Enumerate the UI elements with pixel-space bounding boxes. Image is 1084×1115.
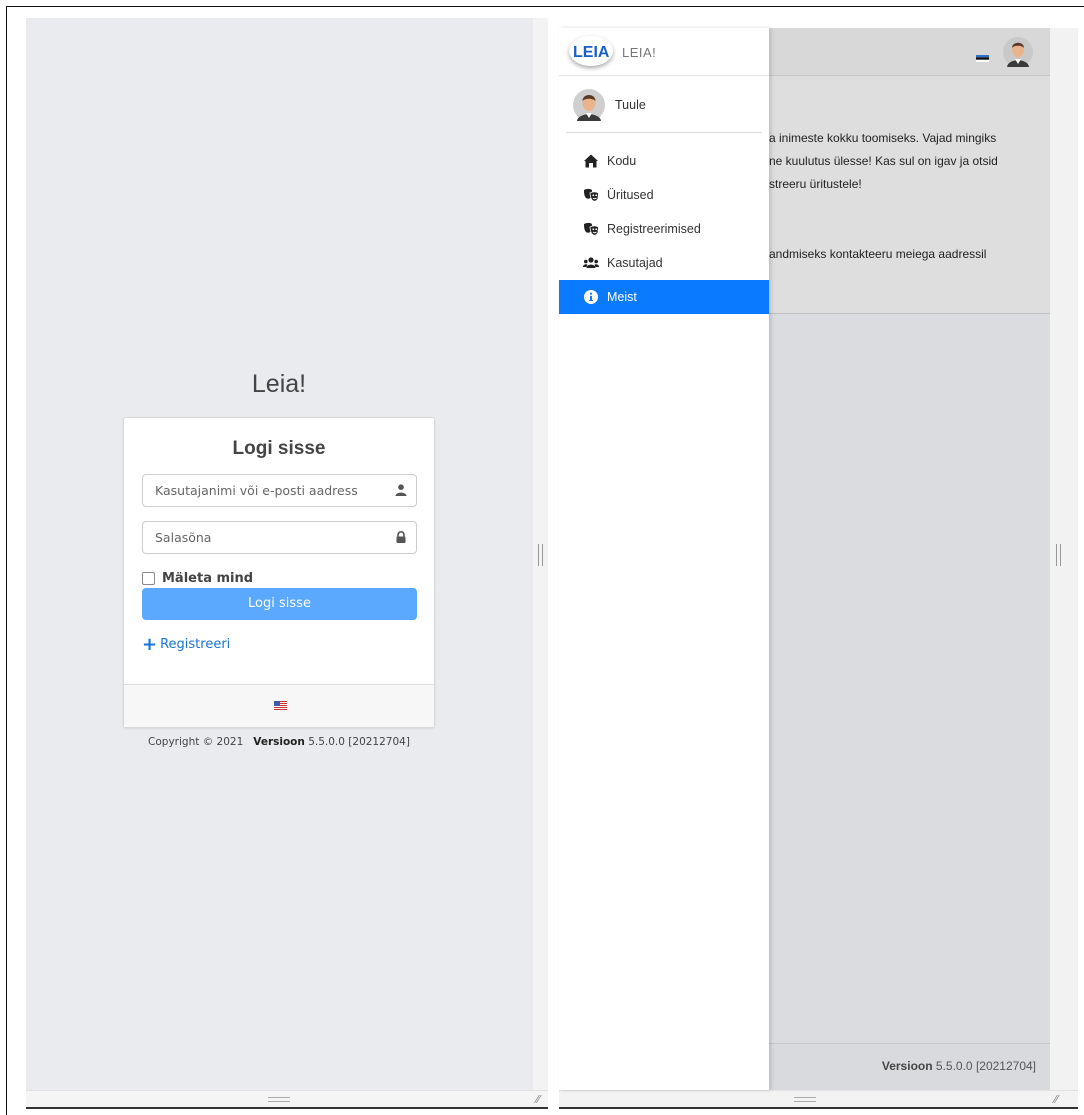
sidebar-item-meist[interactable]: Meist: [559, 280, 769, 314]
masks-icon: [584, 188, 599, 202]
sidebar-item-label: Kasutajad: [607, 256, 663, 270]
register-link[interactable]: + Registreeri: [142, 633, 231, 655]
resize-corner-icon[interactable]: ⁄⁄: [1054, 1094, 1064, 1105]
user-icon: [395, 484, 407, 496]
remember-me-row: Mäleta mind: [142, 570, 253, 586]
divider: [26, 1107, 548, 1109]
copyright-line: Copyright © 2021 Versioon 5.5.0.0 [20212…: [123, 736, 435, 748]
right-pane-bottom-bar: [559, 1090, 1078, 1108]
login-button[interactable]: Logi sisse: [142, 588, 417, 620]
sidebar: LEIA LEIA! Tuule Kodu Üritused Registree…: [559, 28, 769, 1090]
about-text-line: a inimeste kokku toomiseks. Vajad mingik…: [769, 131, 997, 145]
copyright-text: Copyright © 2021: [148, 736, 244, 748]
masks-icon: [584, 222, 599, 236]
password-field-group: [142, 521, 417, 554]
sidebar-item-kodu[interactable]: Kodu: [559, 144, 769, 178]
pane-resize-handle[interactable]: [538, 544, 543, 566]
username-input[interactable]: [153, 475, 378, 506]
version-value: 5.5.0.0 [20212704]: [308, 736, 410, 748]
divider: [559, 1107, 1078, 1109]
right-pane-gutter: [1050, 28, 1078, 1090]
info-icon: [584, 290, 598, 304]
user-avatar-icon: [573, 89, 605, 121]
password-input[interactable]: [153, 522, 378, 553]
sidebar-item-uritused[interactable]: Üritused: [559, 178, 769, 212]
sidebar-item-kasutajad[interactable]: Kasutajad: [559, 246, 769, 280]
login-card: Logi sisse Mäleta mind Logi sisse + Regi…: [123, 417, 435, 728]
avatar-icon[interactable]: [1003, 37, 1033, 67]
vertical-resize-handle[interactable]: [268, 1097, 290, 1102]
language-flag-icon[interactable]: [976, 55, 989, 62]
sidebar-brand: LEIA!: [622, 45, 657, 60]
login-brand-title: Leia!: [251, 370, 307, 398]
right-top-margin: [548, 7, 1078, 28]
sidebar-item-label: Meist: [607, 290, 637, 304]
plus-icon: +: [142, 633, 158, 655]
pane-resize-handle[interactable]: [1056, 544, 1061, 566]
sidebar-user[interactable]: Tuule: [559, 88, 769, 122]
sidebar-item-label: Üritused: [607, 188, 654, 202]
footer-version-value: 5.5.0.0 [20212704]: [935, 1059, 1036, 1073]
remember-me-checkbox[interactable]: [142, 571, 155, 585]
login-card-footer: [124, 684, 434, 727]
remember-me-label[interactable]: Mäleta mind: [162, 571, 253, 586]
about-text-line: ne kuulutus ülesse! Kas sul on igav ja o…: [769, 154, 998, 168]
sidebar-item-registreerimised[interactable]: Registreerimised: [559, 212, 769, 246]
about-text-line: streeru üritustele!: [769, 177, 862, 191]
about-text-line: andmiseks kontakteeru meiega aadressil: [769, 247, 987, 261]
sidebar-divider: [566, 132, 762, 133]
app-logo[interactable]: LEIA: [569, 36, 613, 66]
about-content: a inimeste kokku toomiseks. Vajad mingik…: [769, 76, 1050, 314]
sidebar-user-name: Tuule: [615, 98, 646, 112]
version-label: Versioon: [253, 736, 305, 748]
footer-version: Versioon 5.5.0.0 [20212704]: [882, 1059, 1036, 1073]
resize-corner-icon[interactable]: ⁄⁄: [536, 1094, 546, 1105]
sidebar-header: LEIA LEIA!: [559, 28, 769, 76]
username-field-group: [142, 474, 417, 507]
sidebar-item-label: Kodu: [607, 154, 637, 168]
login-heading: Logi sisse: [232, 438, 326, 459]
logo-text: LEIA: [573, 44, 610, 61]
leia-logo-icon: LEIA: [573, 44, 610, 61]
footer-version-label: Versioon: [881, 1059, 933, 1073]
sidebar-item-label: Registreerimised: [607, 222, 701, 236]
home-icon: [584, 154, 598, 168]
vertical-resize-handle[interactable]: [794, 1097, 816, 1102]
app-footer: Versioon 5.5.0.0 [20212704]: [769, 1043, 1050, 1090]
users-icon: [583, 257, 599, 268]
lock-icon: [396, 531, 406, 543]
us-flag-icon[interactable]: [274, 701, 287, 710]
register-label: Registreeri: [160, 637, 231, 652]
